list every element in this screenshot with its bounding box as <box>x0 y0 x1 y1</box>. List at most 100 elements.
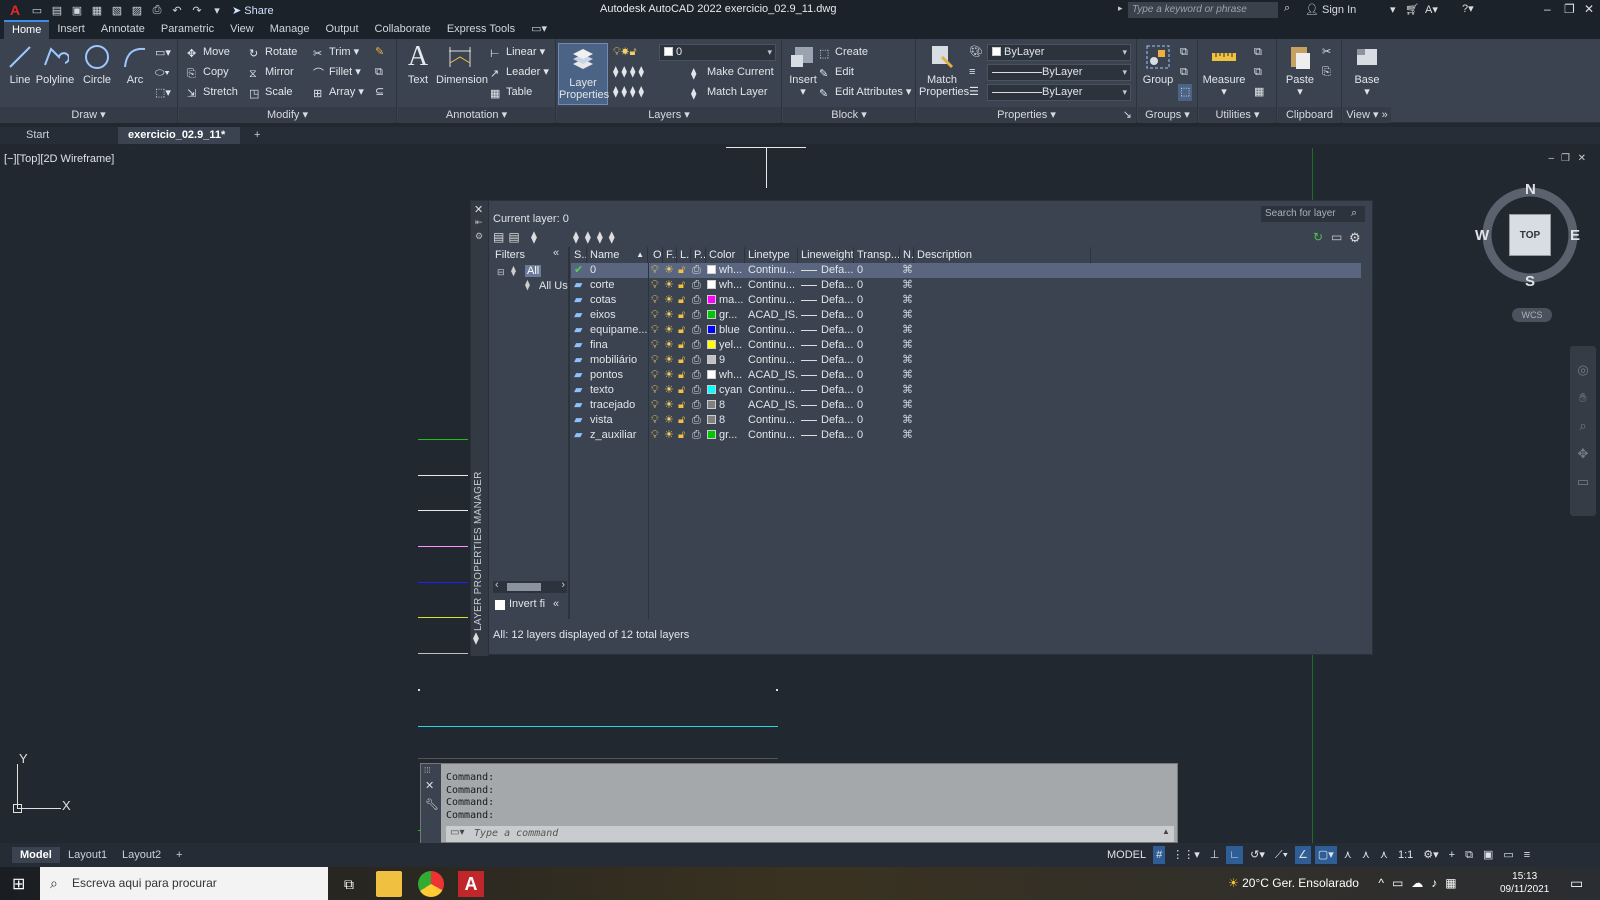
layer-properties-button[interactable]: Layer Properties <box>558 43 609 105</box>
add-layout-icon[interactable]: + <box>168 847 190 863</box>
layer-color[interactable]: cyan <box>707 383 745 398</box>
layer-name[interactable]: 0 <box>590 263 650 278</box>
windows-start-icon[interactable]: ⊞ <box>12 874 25 894</box>
new-vp-freeze-icon[interactable]: ⌘ <box>902 383 914 398</box>
command-customize-icon[interactable]: 🔧︎ <box>425 798 441 811</box>
leader-button[interactable]: ↗ Leader ▾ <box>490 64 549 81</box>
layer-lineweight[interactable]: Defa... <box>801 323 855 338</box>
layer-transparency[interactable]: 0 <box>857 338 897 353</box>
layer-settings-switch-icon[interactable]: ▭ <box>1331 230 1342 244</box>
fillet-button[interactable]: ⌒ Fillet ▾ <box>313 64 361 81</box>
layer-unlock-icon[interactable]: 🔓︎ <box>678 308 690 323</box>
layer-tools-row2[interactable]: ⧫ ⧫ ⧫ ⧫ <box>613 84 644 101</box>
compass-east[interactable]: E <box>1570 227 1580 244</box>
layer-row[interactable]: ▰ texto 💡︎ ☀︎ 🔓︎ ⎙ cyan Continu... Defa... 0 ⌘ <box>571 383 1361 398</box>
model-space-toggle[interactable]: MODEL <box>1104 846 1149 864</box>
layer-tools-row1[interactable]: ⧫ ⧫ ⧫ ⧫ <box>613 64 644 81</box>
edit-attributes-button[interactable]: ✎ Edit Attributes ▾ <box>819 84 911 101</box>
make-current-button[interactable]: ⧫ Make Current <box>691 64 774 81</box>
layer-thaw-icon[interactable]: ☀︎ <box>664 338 676 353</box>
layer-on-icon[interactable]: 💡︎ <box>651 398 663 413</box>
layer-color[interactable]: 8 <box>707 413 745 428</box>
layer-thaw-icon[interactable]: ☀︎ <box>664 353 676 368</box>
layer-plot-icon[interactable]: ⎙ <box>692 353 704 368</box>
layer-unlock-icon[interactable]: 🔓︎ <box>678 428 690 443</box>
layer-linetype[interactable]: ACAD_IS... <box>748 368 798 383</box>
col-color[interactable]: Color <box>706 247 745 263</box>
ortho-icon[interactable]: ∟ <box>1226 846 1244 864</box>
calculator-icon[interactable]: ▦ <box>1254 84 1264 101</box>
layer-unlock-icon[interactable]: 🔓︎ <box>678 413 690 428</box>
help-search-input[interactable]: Type a keyword or phrase <box>1128 2 1278 18</box>
layer-linetype[interactable]: Continu... <box>748 278 798 293</box>
properties-launcher-icon[interactable]: ↘ <box>1123 107 1132 123</box>
layer-lineweight[interactable]: Defa... <box>801 338 855 353</box>
search-icon[interactable]: ⌕ <box>1284 2 1290 15</box>
panel-title-properties[interactable]: Properties ▾ ↘ <box>917 107 1136 123</box>
command-line-handle[interactable]: ⁞⁞⁞ ✕ 🔧︎ <box>421 764 441 844</box>
layer-tools[interactable]: ⧫⧫⧫⧫ <box>573 230 621 244</box>
notifications-icon[interactable]: ▭ <box>1570 875 1583 892</box>
layer-linetype[interactable]: Continu... <box>748 323 798 338</box>
layer-name[interactable]: eixos <box>590 308 650 323</box>
viewport-close-icon[interactable]: ✕ <box>1578 153 1586 164</box>
layer-lineweight[interactable]: Defa... <box>801 428 855 443</box>
layer-transparency[interactable]: 0 <box>857 323 897 338</box>
layer-unlock-icon[interactable]: 🔓︎ <box>678 368 690 383</box>
layer-state-icons[interactable]: 💡︎☀︎🔓︎ <box>613 44 637 61</box>
new-vp-freeze-icon[interactable]: ⌘ <box>902 293 914 308</box>
copy-clip-icon[interactable]: ⎘ <box>1322 64 1331 81</box>
line-button[interactable]: Line <box>0 43 40 86</box>
tab-layout2[interactable]: Layout2 <box>114 847 169 863</box>
layer-transparency[interactable]: 0 <box>857 263 897 278</box>
command-close-icon[interactable]: ✕ <box>425 779 441 792</box>
layer-unlock-icon[interactable]: 🔓︎ <box>678 323 690 338</box>
col-lock[interactable]: L.. <box>677 247 691 263</box>
layer-on-icon[interactable]: 💡︎ <box>651 338 663 353</box>
explode-icon[interactable]: ⧉ <box>375 64 383 81</box>
customize-status-icon[interactable]: ≡ <box>1521 846 1533 864</box>
compass-north[interactable]: N <box>1525 181 1536 198</box>
clean-screen-icon[interactable]: ▭ <box>1500 846 1516 864</box>
new-tab-icon[interactable]: + <box>244 127 270 144</box>
layer-lineweight[interactable]: Defa... <box>801 293 855 308</box>
layer-on-icon[interactable]: 💡︎ <box>651 278 663 293</box>
palette-close-icon[interactable]: ✕ <box>474 203 483 216</box>
layer-on-icon[interactable]: 💡︎ <box>651 383 663 398</box>
group-button[interactable]: Group <box>1138 43 1178 86</box>
nav-tools-icons[interactable]: ◎ ✋︎ ⌕ ✥ ▭ <box>1570 356 1596 496</box>
layer-plot-icon[interactable]: ⎙ <box>692 323 704 338</box>
isolate-icon[interactable]: ⧉ <box>1462 846 1476 864</box>
col-name[interactable]: Name ▲ <box>587 247 648 263</box>
task-view-icon[interactable]: ⧉ <box>336 871 362 897</box>
layer-name[interactable]: mobiliário <box>590 353 650 368</box>
layer-on-icon[interactable]: 💡︎ <box>651 308 663 323</box>
save-as-icon[interactable]: ▦ <box>88 2 106 18</box>
layer-lineweight[interactable]: Defa... <box>801 263 855 278</box>
panel-title-modify[interactable]: Modify ▾ <box>179 107 396 123</box>
share-button[interactable]: ➤ Share <box>232 4 274 17</box>
close-icon[interactable]: ✕ <box>1584 2 1594 16</box>
layer-on-icon[interactable]: 💡︎ <box>651 353 663 368</box>
cut-icon[interactable]: ✂ <box>1322 44 1331 61</box>
viewport-controls[interactable]: [−][Top][2D Wireframe] <box>4 153 114 165</box>
layer-color[interactable]: wh... <box>707 263 745 278</box>
layer-thaw-icon[interactable]: ☀︎ <box>664 413 676 428</box>
compass-south[interactable]: S <box>1525 273 1535 290</box>
new-vp-freeze-icon[interactable]: ⌘ <box>902 428 914 443</box>
collapse-filters-icon[interactable]: « <box>553 247 559 259</box>
layer-color[interactable]: wh... <box>707 278 745 293</box>
command-history-up-icon[interactable]: ▲ <box>1162 827 1170 836</box>
layer-thaw-icon[interactable]: ☀︎ <box>664 308 676 323</box>
layer-lineweight[interactable]: Defa... <box>801 368 855 383</box>
viewcube[interactable]: TOP N S E W WCS <box>1475 181 1580 322</box>
array-button[interactable]: ⊞ Array ▾ <box>313 84 364 101</box>
save-icon[interactable]: ▣ <box>68 2 86 18</box>
palette-titlebar[interactable]: ✕ ⇤ ⚙︎ LAYER PROPERTIES MANAGER ⧫ <box>471 201 489 656</box>
tab-collaborate[interactable]: Collaborate <box>367 20 439 39</box>
col-transparency[interactable]: Transp... <box>854 247 900 263</box>
layer-dropdown[interactable]: 0 <box>659 44 776 61</box>
layer-row[interactable]: ▰ vista 💡︎ ☀︎ 🔓︎ ⎙ 8 Continu... Defa... 0 ⌘ <box>571 413 1361 428</box>
panel-title-layers[interactable]: Layers ▾ <box>557 107 781 123</box>
weather-text[interactable]: 20°C Ger. Ensolarado <box>1242 876 1359 890</box>
